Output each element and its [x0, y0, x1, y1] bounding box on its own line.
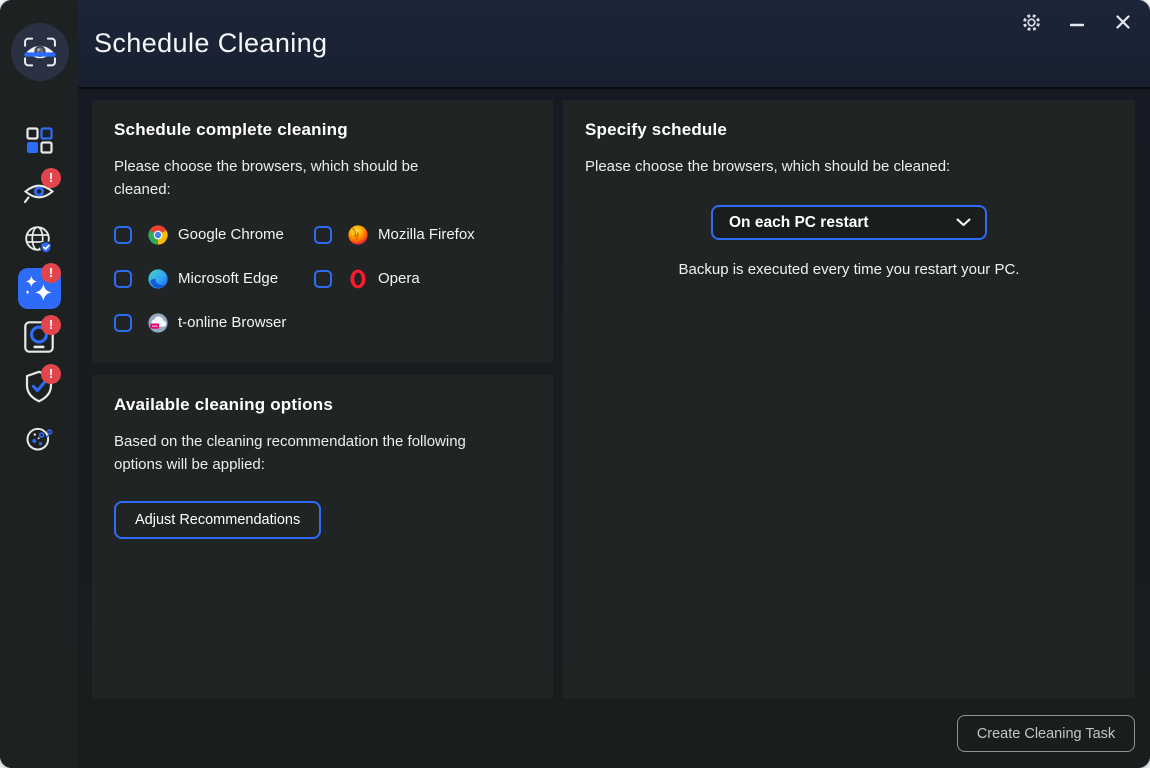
adjust-recommendations-button[interactable]: Adjust Recommendations: [114, 501, 321, 539]
browser-label: Opera: [378, 270, 420, 287]
cookie-icon: [24, 424, 54, 454]
notification-badge: !: [41, 315, 61, 335]
opera-checkbox[interactable]: [314, 270, 332, 288]
notification-badge: !: [41, 168, 61, 188]
t-online-icon: [147, 312, 169, 334]
chrome-icon: [147, 224, 169, 246]
header: Schedule Cleaning: [78, 0, 1150, 89]
schedule-note: Backup is executed every time you restar…: [585, 261, 1113, 278]
browser-row-tonline: t-online Browser: [114, 312, 314, 334]
eye-scanner-logo-icon: [18, 30, 62, 74]
tonline-checkbox[interactable]: [114, 314, 132, 332]
edge-checkbox[interactable]: [114, 270, 132, 288]
sidebar-item-backup[interactable]: !: [0, 321, 78, 353]
dashboard-grid-icon: [26, 127, 53, 154]
notification-badge: !: [41, 263, 61, 283]
browser-row-chrome: Google Chrome: [114, 224, 314, 246]
close-button[interactable]: [1110, 10, 1136, 34]
schedule-dropdown-value: On each PC restart: [729, 214, 869, 232]
create-cleaning-task-button[interactable]: Create Cleaning Task: [957, 715, 1135, 752]
sidebar-item-web-protection[interactable]: [0, 225, 78, 255]
panel-specify-schedule: Specify schedule Please choose the brows…: [563, 100, 1135, 698]
browser-label: t-online Browser: [178, 314, 286, 331]
firefox-checkbox[interactable]: [314, 226, 332, 244]
schedule-dropdown[interactable]: On each PC restart: [711, 205, 987, 240]
panel-available-cleaning-options: Available cleaning options Based on the …: [92, 375, 553, 698]
sidebar-item-privacy[interactable]: !: [0, 176, 78, 208]
panel-description: Based on the cleaning recommendation the…: [114, 430, 489, 477]
main-content: Schedule complete cleaning Please choose…: [78, 91, 1150, 768]
browser-row-edge: Microsoft Edge: [114, 268, 314, 290]
sidebar-item-dashboard[interactable]: [0, 127, 78, 154]
panel-description: Please choose the browsers, which should…: [585, 155, 1113, 178]
edge-icon: [147, 268, 169, 290]
browser-list: Google Chrome: [114, 224, 531, 334]
browser-label: Google Chrome: [178, 226, 284, 243]
browser-row-opera: Opera: [314, 268, 531, 290]
firefox-icon: [347, 224, 369, 246]
sidebar-item-security[interactable]: !: [0, 370, 78, 403]
chrome-checkbox[interactable]: [114, 226, 132, 244]
notification-badge: !: [41, 364, 61, 384]
panel-schedule-complete-cleaning: Schedule complete cleaning Please choose…: [92, 100, 553, 363]
sidebar-item-cookies[interactable]: [0, 424, 78, 454]
browser-label: Microsoft Edge: [178, 270, 278, 287]
panel-title: Available cleaning options: [114, 395, 531, 415]
page-title: Schedule Cleaning: [78, 0, 1150, 59]
panel-title: Specify schedule: [585, 120, 1113, 140]
panel-title: Schedule complete cleaning: [114, 120, 531, 140]
minimize-button[interactable]: [1064, 10, 1090, 34]
window-controls: [1018, 10, 1136, 34]
globe-shield-icon: [24, 225, 54, 255]
app-window: !: [0, 0, 1150, 768]
browser-row-firefox: Mozilla Firefox: [314, 224, 531, 246]
settings-gear-icon[interactable]: [1018, 10, 1044, 34]
browser-label: Mozilla Firefox: [378, 226, 475, 243]
app-logo: [11, 23, 69, 81]
panel-description: Please choose the browsers, which should…: [114, 155, 466, 202]
chevron-down-icon: [956, 218, 971, 227]
opera-icon: [347, 268, 369, 290]
sidebar-item-cleaning[interactable]: !: [0, 268, 78, 309]
sidebar: !: [0, 0, 78, 768]
